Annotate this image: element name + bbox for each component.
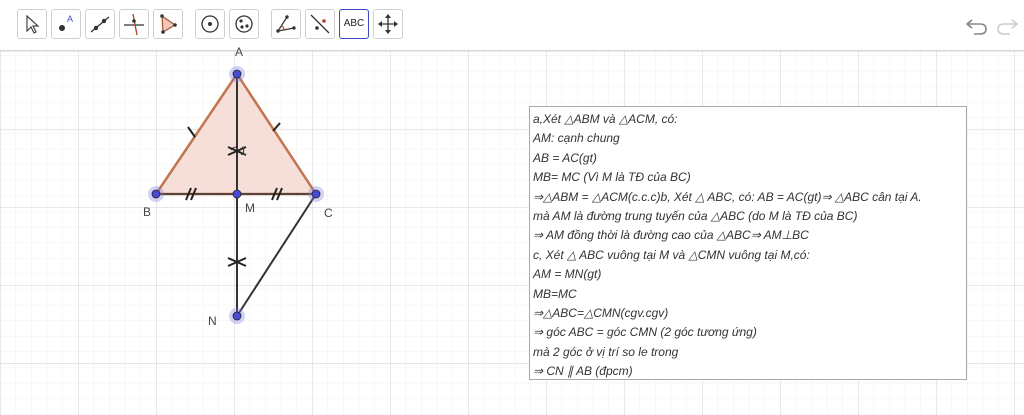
line-tool[interactable] xyxy=(85,9,115,39)
polygon-icon xyxy=(160,14,177,34)
text-line: ⇒△ABM = △ACM(c.c.c)b, Xét △ ABC, có: AB … xyxy=(533,189,922,204)
text-line: mà 2 góc ở vị trí so le trong xyxy=(533,344,679,359)
undo-icon xyxy=(965,19,987,35)
reflect-tool[interactable] xyxy=(305,9,335,39)
point-tool-label: A xyxy=(67,14,73,24)
text-line: MB= MC (Vì M là TĐ của BC) xyxy=(533,170,691,185)
reflect-icon xyxy=(310,14,330,34)
text-line: a,Xét △ABM và △ACM, có: xyxy=(533,112,678,126)
angle-label: 1 xyxy=(240,144,247,158)
point-b[interactable] xyxy=(151,189,161,199)
perpendicular-tool[interactable] xyxy=(119,9,149,39)
point-m[interactable] xyxy=(232,189,242,199)
point-c[interactable] xyxy=(311,189,321,199)
angle-icon xyxy=(276,15,296,33)
undo-button[interactable] xyxy=(964,12,990,38)
label-n: N xyxy=(208,314,217,328)
text-line: MB=MC xyxy=(533,286,577,301)
text-tool[interactable]: ABC xyxy=(339,9,369,39)
text-line: ⇒ góc ABC = góc CMN (2 góc tương ứng) xyxy=(533,325,757,340)
line-icon xyxy=(90,16,110,33)
solution-text-box[interactable]: a,Xét △ABM và △ACM, có: AM: cạnh chung A… xyxy=(529,106,967,380)
circle-center-icon xyxy=(201,15,219,33)
text-line: ⇒△ABC=△CMN(cgv.cgv) xyxy=(533,306,669,321)
redo-icon xyxy=(997,19,1019,35)
angle-tool[interactable] xyxy=(271,9,301,39)
circle-three-points-tool[interactable] xyxy=(229,9,259,39)
label-m: M xyxy=(245,201,255,215)
move-graphics-icon xyxy=(378,14,398,34)
label-b: B xyxy=(143,205,152,219)
move-tool[interactable] xyxy=(17,9,47,39)
point-a[interactable] xyxy=(232,69,242,79)
label-c: C xyxy=(324,206,333,220)
text-line: AM: cạnh chung xyxy=(533,131,620,146)
text-line: mà AM là đường trung tuyến của △ABC (do … xyxy=(533,209,858,224)
move-view-tool[interactable] xyxy=(373,9,403,39)
text-icon: ABC xyxy=(343,18,365,29)
point-tool[interactable]: A xyxy=(51,9,81,39)
toolbar: A ABC xyxy=(0,0,1024,51)
cursor-arrow-icon xyxy=(26,14,40,34)
polygon-tool[interactable] xyxy=(153,9,183,39)
text-line: ⇒ CN ∥ AB (đpcm) xyxy=(533,364,633,379)
label-a: A xyxy=(235,45,244,59)
text-line: AB = AC(gt) xyxy=(533,150,597,165)
text-line: c, Xét △ ABC vuông tại M và △CMN vuông t… xyxy=(533,247,810,262)
point-icon: A xyxy=(59,14,73,31)
redo-button[interactable] xyxy=(994,12,1020,38)
circle-three-points-icon xyxy=(235,15,253,33)
perpendicular-line-icon xyxy=(124,13,144,36)
circle-tool[interactable] xyxy=(195,9,225,39)
text-line: AM = MN(gt) xyxy=(533,267,602,282)
text-line: ⇒ AM đồng thời là đường cao của △ABC⇒ AM… xyxy=(533,228,809,243)
point-n[interactable] xyxy=(232,311,242,321)
